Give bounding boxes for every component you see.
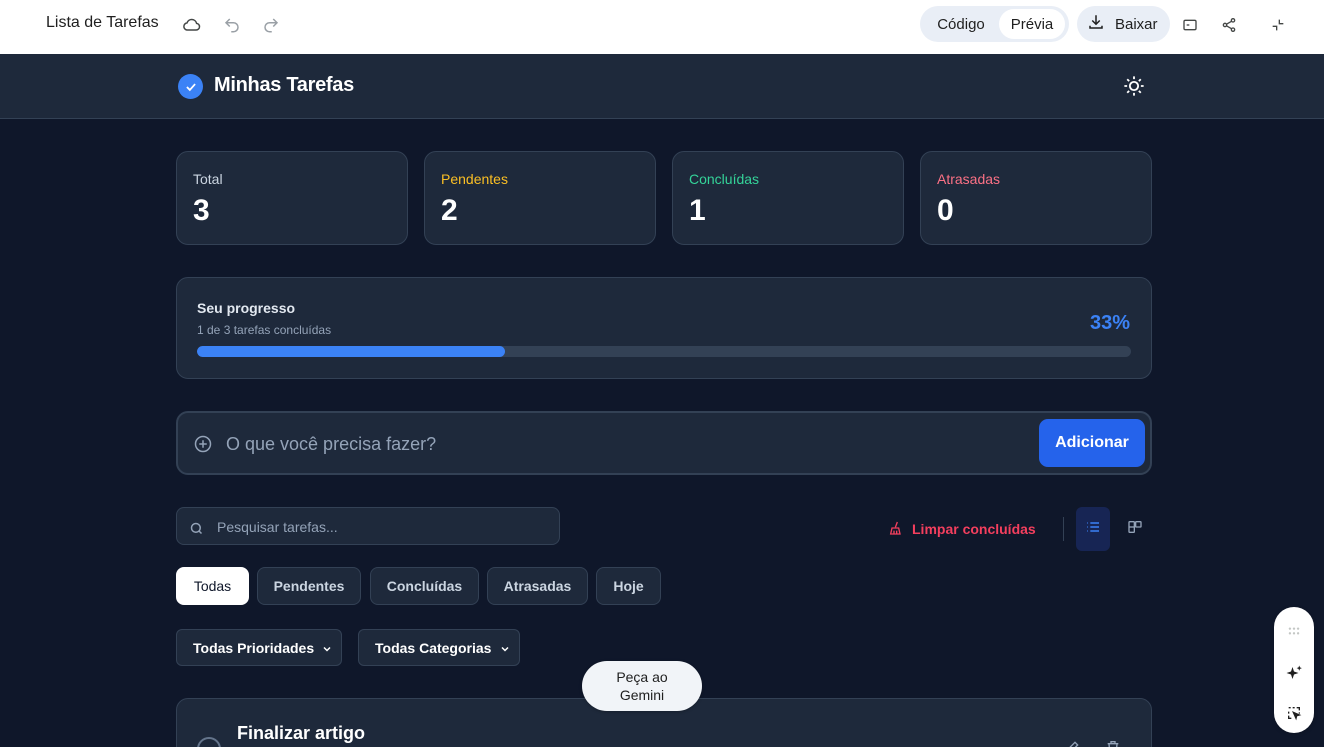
search-icon [189,521,204,536]
stat-card-completed: Concluídas 1 [672,151,904,245]
stat-label: Pendentes [441,171,508,187]
filter-tab-today[interactable]: Hoje [596,567,661,605]
edit-icon[interactable] [1065,739,1081,747]
task-title: Finalizar artigo [237,723,366,743]
ask-gemini-button[interactable]: Peça ao Gemini [582,661,702,711]
stat-value: 0 [937,194,954,227]
toolbar-divider [1063,517,1064,541]
plus-circle-icon [194,435,212,453]
category-select[interactable]: Todas Categorias [358,629,520,666]
stat-card-pending: Pendentes 2 [424,151,656,245]
download-icon [1087,13,1105,35]
redo-icon[interactable] [260,14,282,36]
task-checkbox[interactable] [197,737,221,747]
stat-label: Concluídas [689,171,760,187]
filter-tab-all[interactable]: Todas [176,567,249,605]
board-view-button[interactable] [1125,519,1145,539]
stat-card-total: Total 3 [176,151,408,245]
stat-value: 3 [193,194,210,227]
app-header: Minhas Tarefas [0,54,1324,119]
broom-icon [888,520,904,539]
filter-tab-pending[interactable]: Pendentes [257,567,361,605]
select-element-icon[interactable] [1284,703,1304,723]
priority-select[interactable]: Todas Prioridades [176,629,342,666]
progress-title: Seu progresso [197,300,296,316]
new-task-input[interactable] [226,427,1026,461]
check-circle-icon [178,74,203,99]
search-input[interactable] [217,514,547,540]
collapse-icon[interactable] [1267,14,1289,36]
add-task-form: Adicionar [176,411,1152,475]
progress-subtitle: 1 de 3 tarefas concluídas [197,323,332,337]
app-title: Minhas Tarefas [214,74,354,96]
drag-handle-icon[interactable] [1284,621,1304,641]
document-title: Lista de Tarefas [46,14,159,31]
progress-card: Seu progresso 1 de 3 tarefas concluídas … [176,277,1152,379]
share-icon[interactable] [1218,14,1240,36]
terminal-icon[interactable] [1179,14,1201,36]
undo-icon[interactable] [221,14,243,36]
download-label: Baixar [1115,15,1158,33]
stat-card-overdue: Atrasadas 0 [920,151,1152,245]
list-view-button[interactable] [1076,507,1110,551]
progress-track [197,346,1131,357]
progress-percent: 33% [1089,312,1130,334]
chevron-down-icon [321,642,333,654]
cloud-icon[interactable] [181,14,203,36]
stat-label: Atrasadas [937,171,1001,187]
filter-tab-overdue[interactable]: Atrasadas [487,567,588,605]
clear-completed-label: Limpar concluídas [912,521,1036,537]
preview-tab[interactable]: Prévia [999,9,1065,39]
priority-select-value: Todas Prioridades [193,639,315,656]
clear-completed-button[interactable]: Limpar concluídas [888,519,1036,539]
progress-fill [197,346,506,357]
sparkle-icon[interactable] [1284,663,1304,683]
canvas-topbar: Lista de Tarefas Código Prévia Baixar [0,0,1324,54]
trash-icon[interactable] [1105,739,1121,747]
sun-icon[interactable] [1122,74,1146,98]
chevron-down-icon [499,642,511,654]
code-preview-toggle: Código Prévia [920,6,1069,42]
list-icon [1085,519,1101,540]
code-tab[interactable]: Código [923,9,999,39]
stat-label: Total [193,171,223,187]
download-button[interactable]: Baixar [1077,6,1170,42]
search-box [176,507,560,545]
category-select-value: Todas Categorias [375,639,492,656]
side-toolbar [1274,607,1314,733]
stat-value: 1 [689,194,706,227]
stat-value: 2 [441,194,458,227]
add-task-button[interactable]: Adicionar [1039,419,1145,467]
board-icon [1127,519,1143,540]
filter-tab-completed[interactable]: Concluídas [370,567,479,605]
